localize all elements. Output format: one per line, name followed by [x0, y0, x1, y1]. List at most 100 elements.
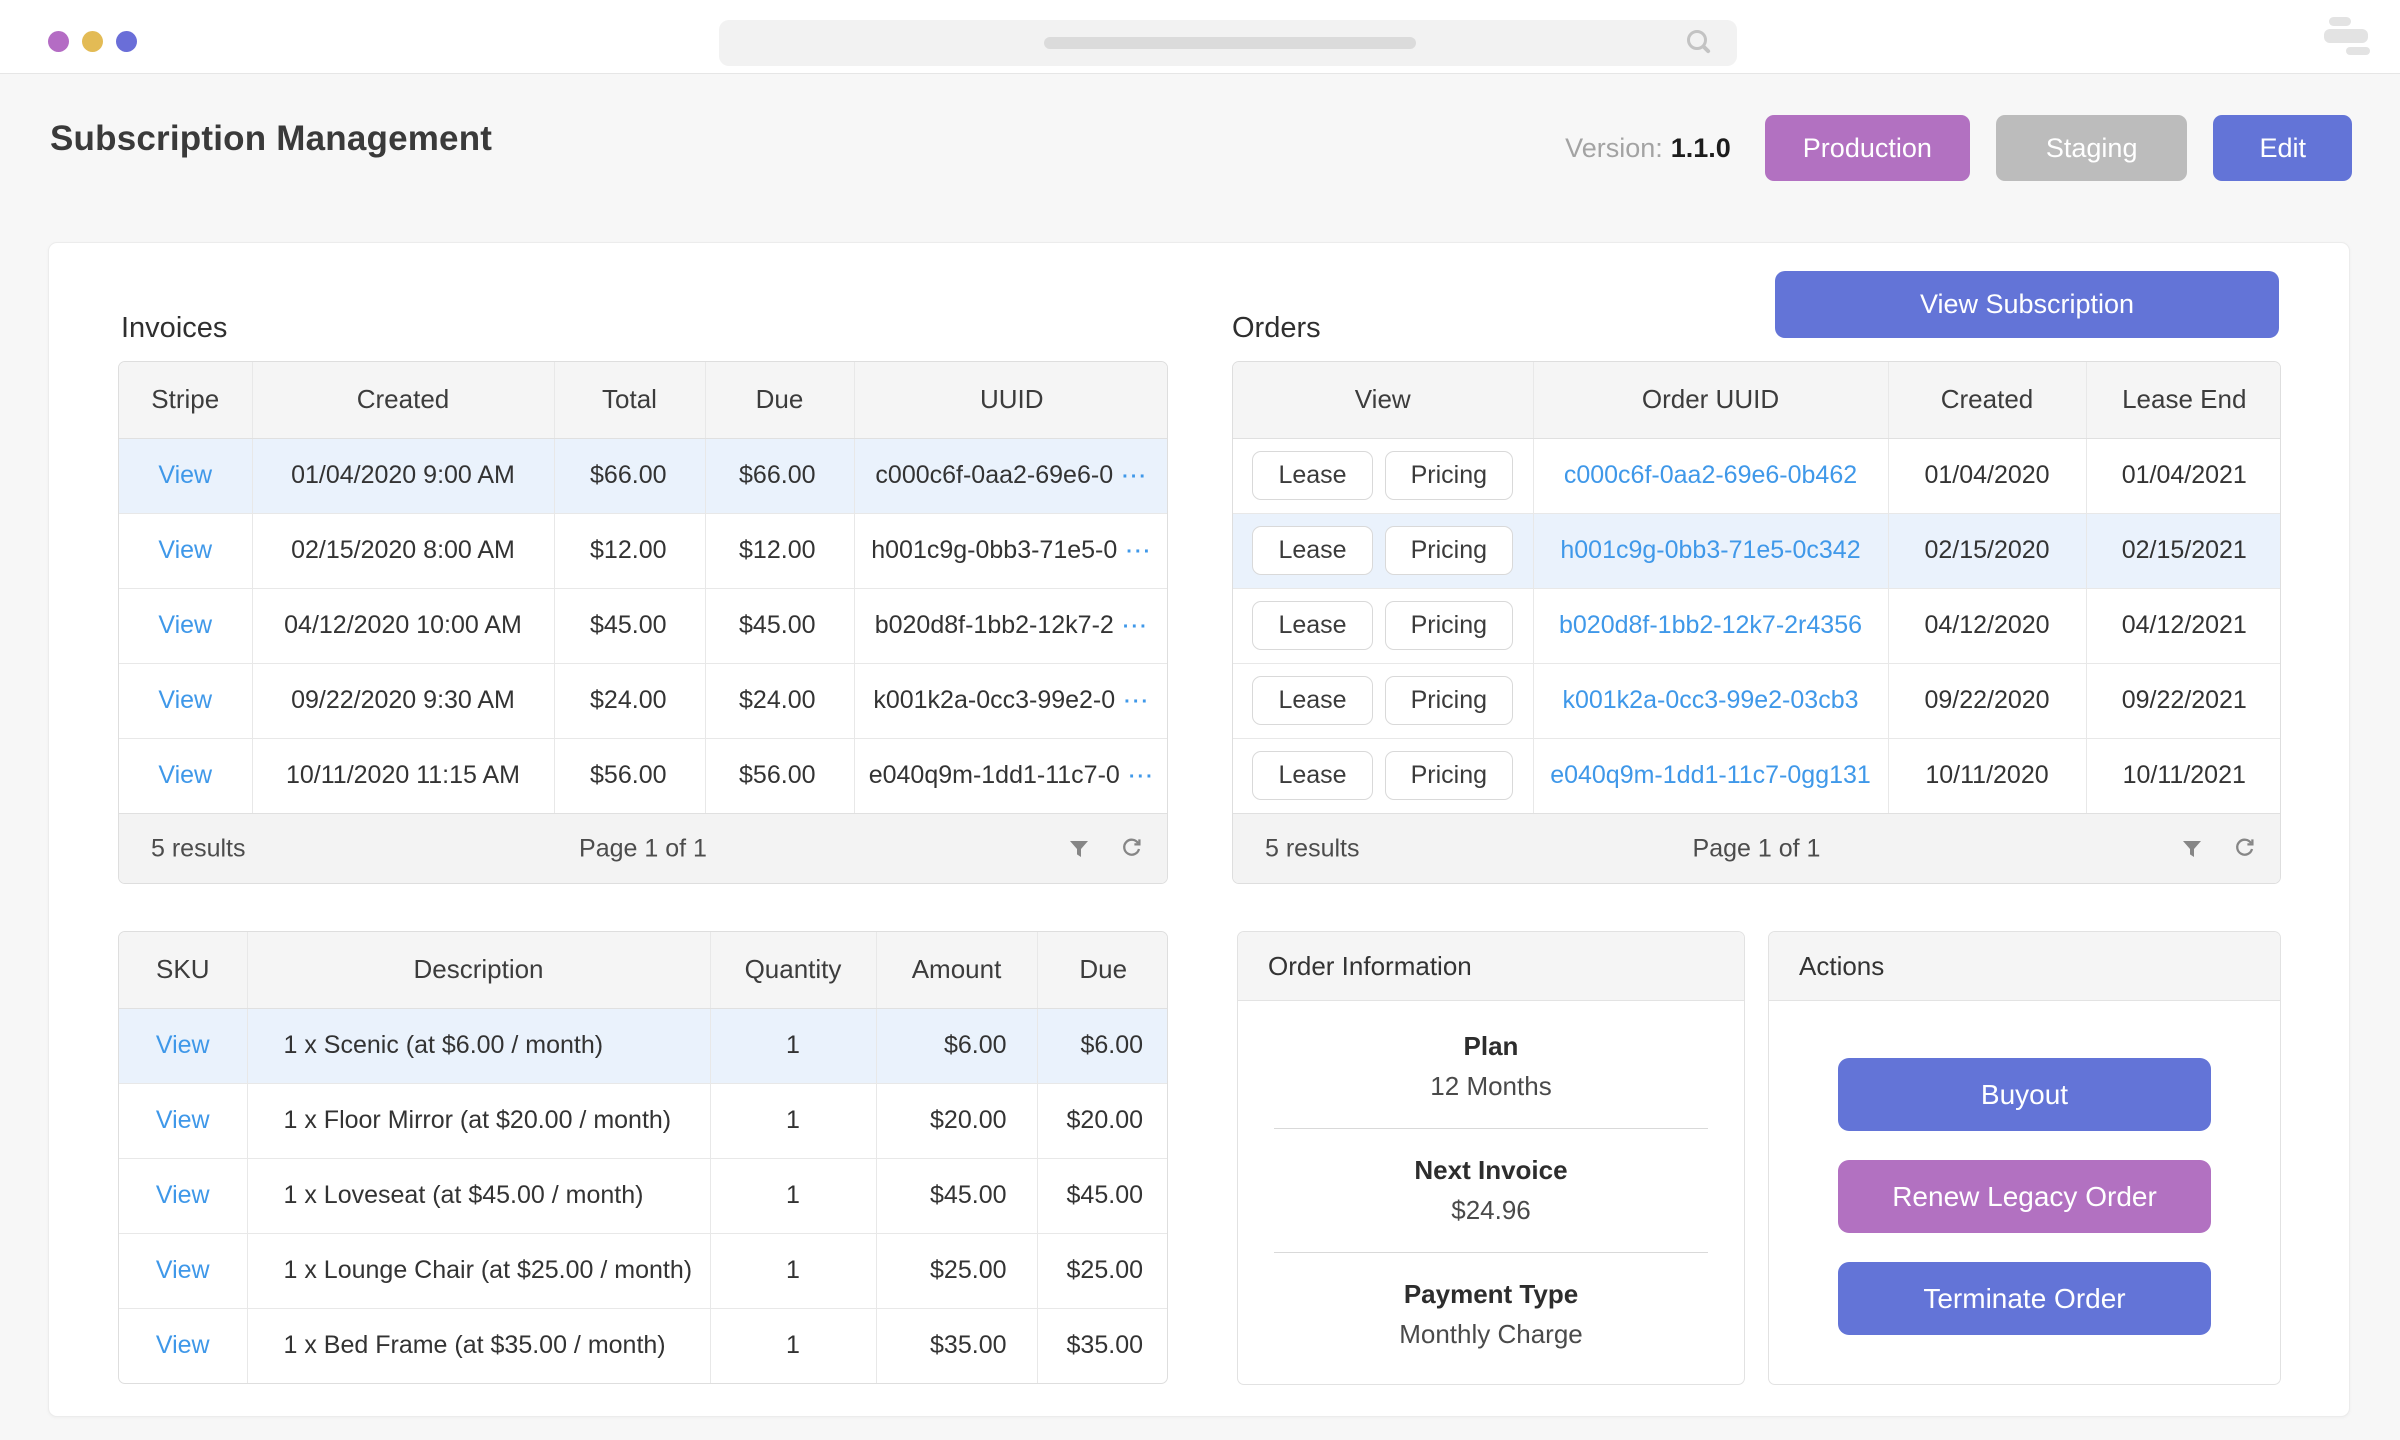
item-amount: $25.00	[876, 1233, 1037, 1308]
invoices-table: Stripe Created Total Due UUID View 01/04…	[118, 361, 1168, 884]
invoice-view-link[interactable]: View	[158, 761, 212, 789]
orders-header-row: View Order UUID Created Lease End	[1233, 362, 2281, 438]
invoice-row[interactable]: View 01/04/2020 9:00 AM $66.00 $66.00 c0…	[119, 438, 1168, 513]
uuid-ellipsis-icon[interactable]: ···	[1122, 466, 1148, 488]
search-placeholder-line	[1044, 37, 1416, 49]
invoice-view-link[interactable]: View	[158, 536, 212, 564]
terminate-order-button[interactable]: Terminate Order	[1838, 1262, 2211, 1335]
divider	[1274, 1128, 1708, 1129]
invoice-due: $56.00	[705, 738, 854, 813]
invoices-col-uuid: UUID	[854, 362, 1168, 438]
order-uuid-link[interactable]: c000c6f-0aa2-69e6-0b462	[1564, 461, 1857, 489]
search-icon[interactable]	[1687, 30, 1707, 50]
production-button[interactable]: Production	[1765, 115, 1970, 181]
item-description: 1 x Floor Mirror (at $20.00 / month)	[247, 1083, 710, 1158]
order-information-panel: Order Information Plan 12 Months Next In…	[1237, 931, 1745, 1385]
refresh-icon[interactable]	[2232, 837, 2256, 861]
order-row[interactable]: Lease Pricing h001c9g-0bb3-71e5-0c342 02/…	[1233, 513, 2281, 588]
filter-icon[interactable]	[1067, 837, 1091, 861]
order-row[interactable]: Lease Pricing b020d8f-1bb2-12k7-2r4356 04…	[1233, 588, 2281, 663]
staging-button[interactable]: Staging	[1996, 115, 2188, 181]
sku-view-link[interactable]: View	[156, 1031, 210, 1059]
invoice-total: $56.00	[554, 738, 705, 813]
view-subscription-button[interactable]: View Subscription	[1775, 271, 2279, 338]
invoice-due: $12.00	[705, 513, 854, 588]
sku-view-link[interactable]: View	[156, 1256, 210, 1284]
sku-view-link[interactable]: View	[156, 1106, 210, 1134]
order-uuid-link[interactable]: e040q9m-1dd1-11c7-0gg131	[1550, 761, 1871, 789]
page-indicator: Page 1 of 1	[579, 834, 707, 863]
sku-col-quantity: Quantity	[710, 932, 876, 1008]
invoice-due: $66.00	[705, 438, 854, 513]
lease-button[interactable]: Lease	[1252, 676, 1372, 725]
sku-view-link[interactable]: View	[156, 1181, 210, 1209]
invoice-uuid: k001k2a-0cc3-99e2-0	[873, 686, 1115, 714]
lease-button[interactable]: Lease	[1252, 526, 1372, 575]
order-uuid-link[interactable]: h001c9g-0bb3-71e5-0c342	[1560, 536, 1860, 564]
filter-icon[interactable]	[2180, 837, 2204, 861]
version-label: Version:	[1565, 133, 1663, 163]
pricing-button[interactable]: Pricing	[1385, 526, 1513, 575]
item-quantity: 1	[710, 1308, 876, 1383]
invoices-col-created: Created	[252, 362, 554, 438]
menu-bar-line	[2329, 17, 2351, 26]
order-row[interactable]: Lease Pricing k001k2a-0cc3-99e2-03cb3 09/…	[1233, 663, 2281, 738]
field-value-payment-type: Monthly Charge	[1238, 1319, 1744, 1350]
buyout-button[interactable]: Buyout	[1838, 1058, 2211, 1131]
lease-button[interactable]: Lease	[1252, 601, 1372, 650]
item-due: $25.00	[1037, 1233, 1168, 1308]
invoice-row[interactable]: View 09/22/2020 9:30 AM $24.00 $24.00 k0…	[119, 663, 1168, 738]
order-created: 02/15/2020	[1888, 513, 2086, 588]
order-lease-end: 04/12/2021	[2086, 588, 2281, 663]
pricing-button[interactable]: Pricing	[1385, 751, 1513, 800]
window-menu-icon[interactable]	[2324, 17, 2374, 55]
item-due: $45.00	[1037, 1158, 1168, 1233]
line-item-row[interactable]: View 1 x Scenic (at $6.00 / month) 1 $6.…	[119, 1008, 1168, 1083]
order-lease-end: 09/22/2021	[2086, 663, 2281, 738]
invoice-row[interactable]: View 10/11/2020 11:15 AM $56.00 $56.00 e…	[119, 738, 1168, 813]
item-description: 1 x Lounge Chair (at $25.00 / month)	[247, 1233, 710, 1308]
order-uuid-link[interactable]: k001k2a-0cc3-99e2-03cb3	[1562, 686, 1858, 714]
line-item-row[interactable]: View 1 x Floor Mirror (at $20.00 / month…	[119, 1083, 1168, 1158]
invoice-view-link[interactable]: View	[158, 461, 212, 489]
uuid-ellipsis-icon[interactable]: ···	[1129, 766, 1155, 788]
invoice-view-link[interactable]: View	[158, 686, 212, 714]
invoice-row[interactable]: View 04/12/2020 10:00 AM $45.00 $45.00 b…	[119, 588, 1168, 663]
orders-table: View Order UUID Created Lease End Lease P…	[1232, 361, 2281, 884]
field-value-next-invoice: $24.96	[1238, 1195, 1744, 1226]
renew-legacy-order-button[interactable]: Renew Legacy Order	[1838, 1160, 2211, 1233]
invoice-total: $66.00	[554, 438, 705, 513]
invoice-created: 01/04/2020 9:00 AM	[252, 438, 554, 513]
pricing-button[interactable]: Pricing	[1385, 451, 1513, 500]
pricing-button[interactable]: Pricing	[1385, 676, 1513, 725]
order-created: 09/22/2020	[1888, 663, 2086, 738]
edit-button[interactable]: Edit	[2213, 115, 2352, 181]
invoice-view-link[interactable]: View	[158, 611, 212, 639]
lease-button[interactable]: Lease	[1252, 451, 1372, 500]
invoices-col-stripe: Stripe	[119, 362, 252, 438]
order-row[interactable]: LeasePricing e040q9m-1dd1-11c7-0gg131 10…	[1233, 738, 2281, 813]
results-count: 5 results	[151, 834, 245, 863]
lease-button[interactable]: Lease	[1252, 751, 1372, 800]
line-item-row[interactable]: View 1 x Lounge Chair (at $25.00 / month…	[119, 1233, 1168, 1308]
sku-view-link[interactable]: View	[156, 1331, 210, 1359]
invoice-uuid: b020d8f-1bb2-12k7-2	[875, 611, 1114, 639]
sku-col-due: Due	[1037, 932, 1168, 1008]
order-row[interactable]: LeasePricing c000c6f-0aa2-69e6-0b462 01/…	[1233, 438, 2281, 513]
refresh-icon[interactable]	[1119, 837, 1143, 861]
window-control-dot-indigo[interactable]	[116, 31, 137, 52]
uuid-ellipsis-icon[interactable]: ···	[1124, 691, 1150, 713]
browser-search-bar[interactable]	[719, 20, 1737, 66]
line-item-row[interactable]: View 1 x Bed Frame (at $35.00 / month) 1…	[119, 1308, 1168, 1383]
invoice-due: $24.00	[705, 663, 854, 738]
uuid-ellipsis-icon[interactable]: ···	[1126, 541, 1152, 563]
line-item-row[interactable]: View 1 x Loveseat (at $45.00 / month) 1 …	[119, 1158, 1168, 1233]
uuid-ellipsis-icon[interactable]: ···	[1123, 616, 1149, 638]
item-amount: $45.00	[876, 1158, 1037, 1233]
orders-col-view: View	[1233, 362, 1533, 438]
pricing-button[interactable]: Pricing	[1385, 601, 1513, 650]
order-uuid-link[interactable]: b020d8f-1bb2-12k7-2r4356	[1559, 611, 1862, 639]
window-control-dot-yellow[interactable]	[82, 31, 103, 52]
invoice-row[interactable]: View 02/15/2020 8:00 AM $12.00 $12.00 h0…	[119, 513, 1168, 588]
window-control-dot-purple[interactable]	[48, 31, 69, 52]
